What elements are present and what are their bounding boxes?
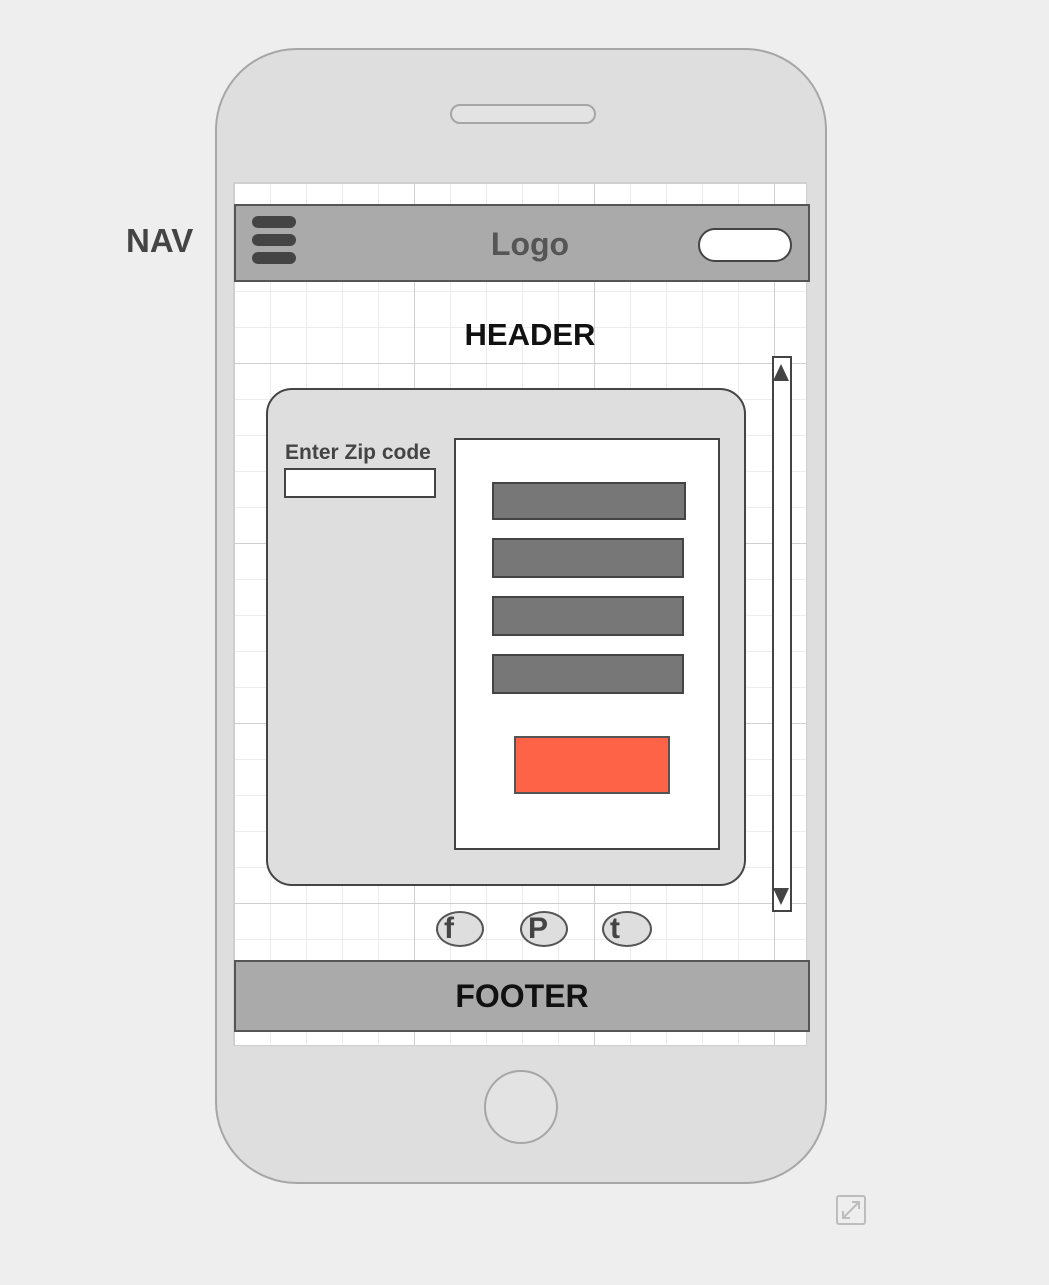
scrollbar[interactable] [772, 356, 792, 912]
result-item[interactable] [492, 538, 684, 578]
twitter-icon[interactable]: t [602, 911, 652, 947]
scroll-up-arrow-icon[interactable] [773, 364, 789, 381]
nav-search-pill[interactable] [698, 228, 792, 262]
facebook-icon[interactable]: f [436, 911, 484, 947]
home-button[interactable] [484, 1070, 558, 1144]
zip-code-input[interactable] [284, 468, 436, 498]
expand-icon-glyph [842, 1201, 860, 1219]
hamburger-line [252, 234, 296, 246]
expand-icon[interactable] [836, 1195, 866, 1225]
result-item[interactable] [492, 482, 686, 520]
hamburger-line [252, 252, 296, 264]
hamburger-line [252, 216, 296, 228]
pinterest-icon[interactable]: P [520, 911, 568, 947]
scroll-down-arrow-icon[interactable] [773, 888, 789, 905]
nav-annotation-label: NAV [126, 222, 194, 259]
logo[interactable]: Logo [440, 226, 620, 263]
submit-button[interactable] [514, 736, 670, 794]
phone-speaker [450, 104, 596, 124]
page-header: HEADER [464, 317, 596, 352]
zip-code-label: Enter Zip code [285, 441, 431, 464]
result-item[interactable] [492, 654, 684, 694]
page-footer: FOOTER [234, 960, 810, 1032]
result-item[interactable] [492, 596, 684, 636]
